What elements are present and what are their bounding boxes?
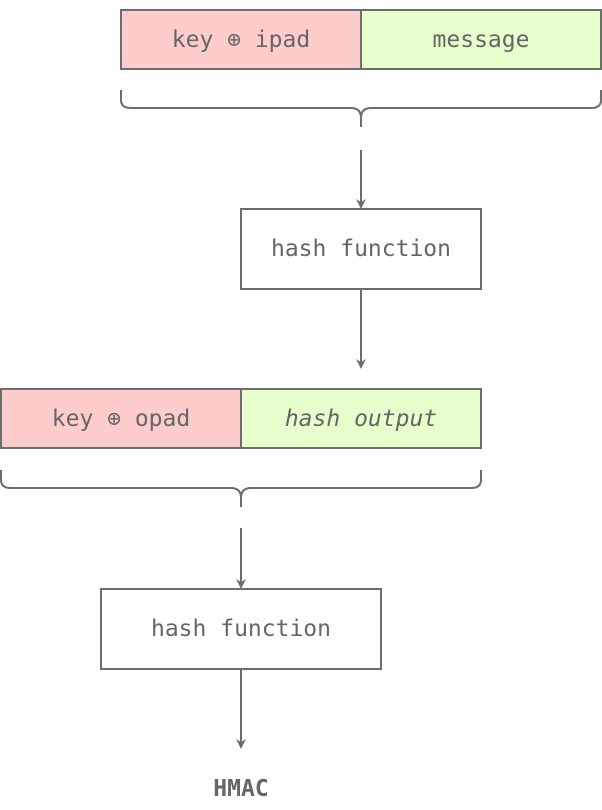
key-ipad-label: key ⊕ ipad xyxy=(172,27,310,53)
key-opad-label: key ⊕ opad xyxy=(52,406,190,432)
hmac-diagram: key ⊕ ipad message hash function key ⊕ o… xyxy=(0,9,602,802)
hash-function-label-1: hash function xyxy=(271,236,451,262)
stage2-input-row: key ⊕ opad hash output xyxy=(0,388,482,449)
hash-function-label-2: hash function xyxy=(151,616,331,642)
stage2-brace xyxy=(0,470,482,507)
hash-output-label: hash output xyxy=(285,406,437,432)
stage1-brace xyxy=(120,90,602,127)
hmac-output-label: HMAC xyxy=(213,776,268,802)
stage1-input-row: key ⊕ ipad message xyxy=(120,9,602,70)
message-label: message xyxy=(433,27,530,53)
